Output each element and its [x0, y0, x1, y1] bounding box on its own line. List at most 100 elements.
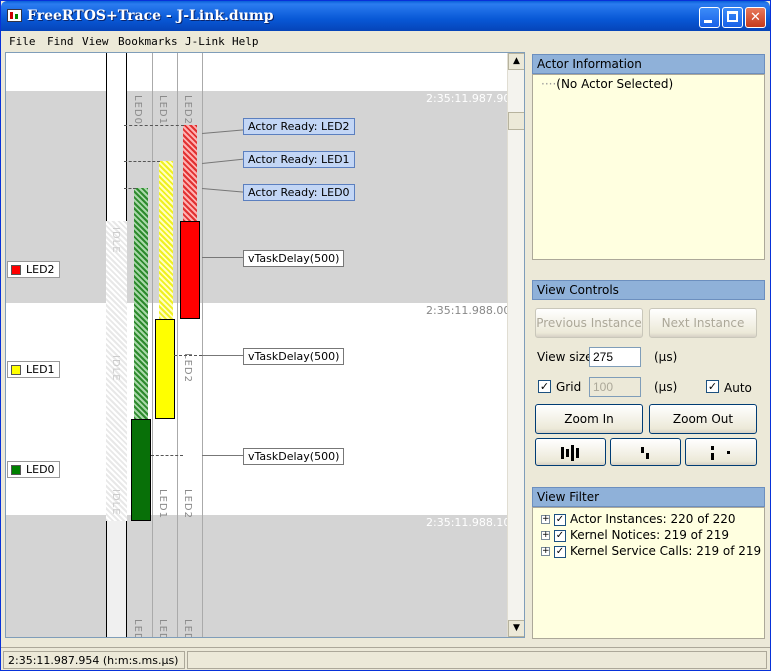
actor-info-panel: ····(No Actor Selected)	[532, 74, 765, 260]
scroll-up-button[interactable]: ▲	[508, 53, 524, 70]
led0-running-block[interactable]	[131, 419, 151, 521]
maximize-button[interactable]	[722, 7, 743, 28]
lane-label-led1: LED1	[157, 95, 168, 125]
auto-label: Auto	[724, 381, 752, 395]
layout-compact-button[interactable]	[610, 438, 681, 466]
layout-full-icon	[560, 445, 579, 461]
event-connector	[202, 257, 244, 258]
event-vtaskdelay-led1[interactable]: vTaskDelay(500)	[243, 348, 345, 365]
view-filter-header[interactable]: View Filter	[532, 487, 765, 507]
actor-label: LED1	[26, 363, 55, 376]
event-marker	[124, 161, 160, 162]
idle-lane-segment	[106, 53, 127, 221]
expand-icon[interactable]: +	[541, 531, 550, 540]
event-connector	[202, 355, 244, 356]
filter-checkbox[interactable]: ✓	[554, 529, 566, 542]
lane-label-led1: LED1	[157, 489, 168, 519]
layout-compact-icon	[640, 447, 649, 459]
lane-label-led1: LED1	[157, 619, 168, 638]
app-icon	[7, 9, 22, 22]
event-marker	[151, 455, 183, 456]
view-controls-header[interactable]: View Controls	[532, 280, 765, 300]
expand-icon[interactable]: +	[541, 515, 550, 524]
layout-spread-button[interactable]	[685, 438, 757, 466]
lane-label-led0: LED0	[132, 619, 143, 638]
led0-ready-block[interactable]	[134, 188, 148, 419]
menu-view[interactable]: View	[82, 35, 109, 48]
time-label: 2:35:11.988.000	[426, 304, 518, 317]
next-instance-button[interactable]: Next Instance	[649, 308, 757, 338]
event-actor-ready-led0[interactable]: Actor Ready: LED0	[243, 184, 355, 201]
scroll-thumb[interactable]	[508, 112, 524, 130]
grid-input[interactable]: 100	[589, 377, 641, 397]
filter-kernel-notices[interactable]: + ✓ Kernel Notices: 219 of 219	[541, 528, 729, 542]
auto-checkbox[interactable]: ✓	[706, 380, 719, 393]
lane-divider	[177, 53, 178, 637]
layout-full-button[interactable]	[535, 438, 606, 466]
zoom-in-button[interactable]: Zoom In	[535, 404, 643, 434]
close-icon: ✕	[750, 10, 761, 25]
down-arrow-icon: ▼	[513, 623, 520, 633]
timeline-band	[6, 53, 508, 91]
grid-label: Grid	[556, 380, 582, 394]
view-size-label: View size	[537, 350, 593, 364]
status-time: 2:35:11.987.954 (h:m:s.ms.µs)	[3, 651, 185, 669]
actor-led1[interactable]: LED1	[7, 361, 60, 378]
filter-label: Kernel Notices: 219 of 219	[570, 528, 729, 542]
led1-ready-block[interactable]	[159, 161, 173, 319]
filter-checkbox[interactable]: ✓	[554, 545, 566, 558]
expand-icon[interactable]: +	[541, 547, 550, 556]
menu-file[interactable]: File	[9, 35, 36, 48]
menu-jlink[interactable]: J-Link	[185, 35, 225, 48]
view-size-input[interactable]: 275	[589, 347, 641, 367]
event-actor-ready-led2[interactable]: Actor Ready: LED2	[243, 118, 355, 135]
filter-label: Kernel Service Calls: 219 of 219	[570, 544, 762, 558]
lane-label-idle: IDLE	[110, 355, 121, 382]
event-actor-ready-led1[interactable]: Actor Ready: LED1	[243, 151, 355, 168]
filter-actor-instances[interactable]: + ✓ Actor Instances: 220 of 220	[541, 512, 736, 526]
minimize-icon	[704, 20, 712, 23]
menu-bookmarks[interactable]: Bookmarks	[118, 35, 178, 48]
actor-color-swatch	[11, 465, 21, 475]
status-bar: 2:35:11.987.954 (h:m:s.ms.µs)	[1, 647, 770, 670]
actor-label: LED2	[26, 263, 55, 276]
close-button[interactable]: ✕	[745, 7, 766, 28]
trace-timeline[interactable]: 2:35:11.987.900 2:35:11.988.000 2:35:11.…	[5, 52, 525, 638]
actor-led0[interactable]: LED0	[7, 461, 60, 478]
lane-divider	[202, 53, 203, 637]
led1-running-block[interactable]	[155, 319, 175, 419]
grid-checkbox[interactable]: ✓	[538, 380, 551, 393]
minimize-button[interactable]	[699, 7, 720, 28]
actor-led2[interactable]: LED2	[7, 261, 60, 278]
filter-kernel-service-calls[interactable]: + ✓ Kernel Service Calls: 219 of 219	[541, 544, 761, 558]
menu-help[interactable]: Help	[232, 35, 259, 48]
up-arrow-icon: ▲	[513, 56, 520, 66]
view-size-unit: (µs)	[654, 350, 678, 364]
layout-spread-icon	[711, 446, 730, 460]
timeline-band	[6, 515, 508, 637]
main-window: FreeRTOS+Trace - J-Link.dump ✕ File Find…	[0, 0, 771, 671]
status-empty-cell	[187, 651, 767, 669]
menu-find[interactable]: Find	[47, 35, 74, 48]
zoom-out-button[interactable]: Zoom Out	[649, 404, 757, 434]
title-bar[interactable]: FreeRTOS+Trace - J-Link.dump ✕	[1, 1, 770, 31]
time-label: 2:35:11.988.100	[426, 516, 518, 529]
lane-label-led0: LED0	[132, 95, 143, 125]
lane-label-idle: IDLE	[110, 227, 121, 254]
actor-label: LED0	[26, 463, 55, 476]
actor-color-swatch	[11, 265, 21, 275]
scroll-down-button[interactable]: ▼	[508, 620, 524, 637]
led2-running-block[interactable]	[180, 221, 200, 319]
menu-bar: File Find View Bookmarks J-Link Help	[1, 32, 770, 52]
actor-info-header[interactable]: Actor Information	[532, 54, 765, 74]
event-vtaskdelay-led0[interactable]: vTaskDelay(500)	[243, 448, 345, 465]
actor-color-swatch	[11, 365, 21, 375]
led2-ready-block[interactable]	[183, 125, 197, 221]
event-vtaskdelay-led2[interactable]: vTaskDelay(500)	[243, 250, 345, 267]
actor-info-text: (No Actor Selected)	[556, 77, 674, 91]
time-label: 2:35:11.987.900	[426, 92, 518, 105]
previous-instance-button[interactable]: Previous Instance	[535, 308, 643, 338]
timeline-scrollbar[interactable]: ▲ ▼	[507, 53, 524, 637]
filter-checkbox[interactable]: ✓	[554, 513, 566, 526]
lane-label-idle: IDLE	[110, 489, 121, 516]
